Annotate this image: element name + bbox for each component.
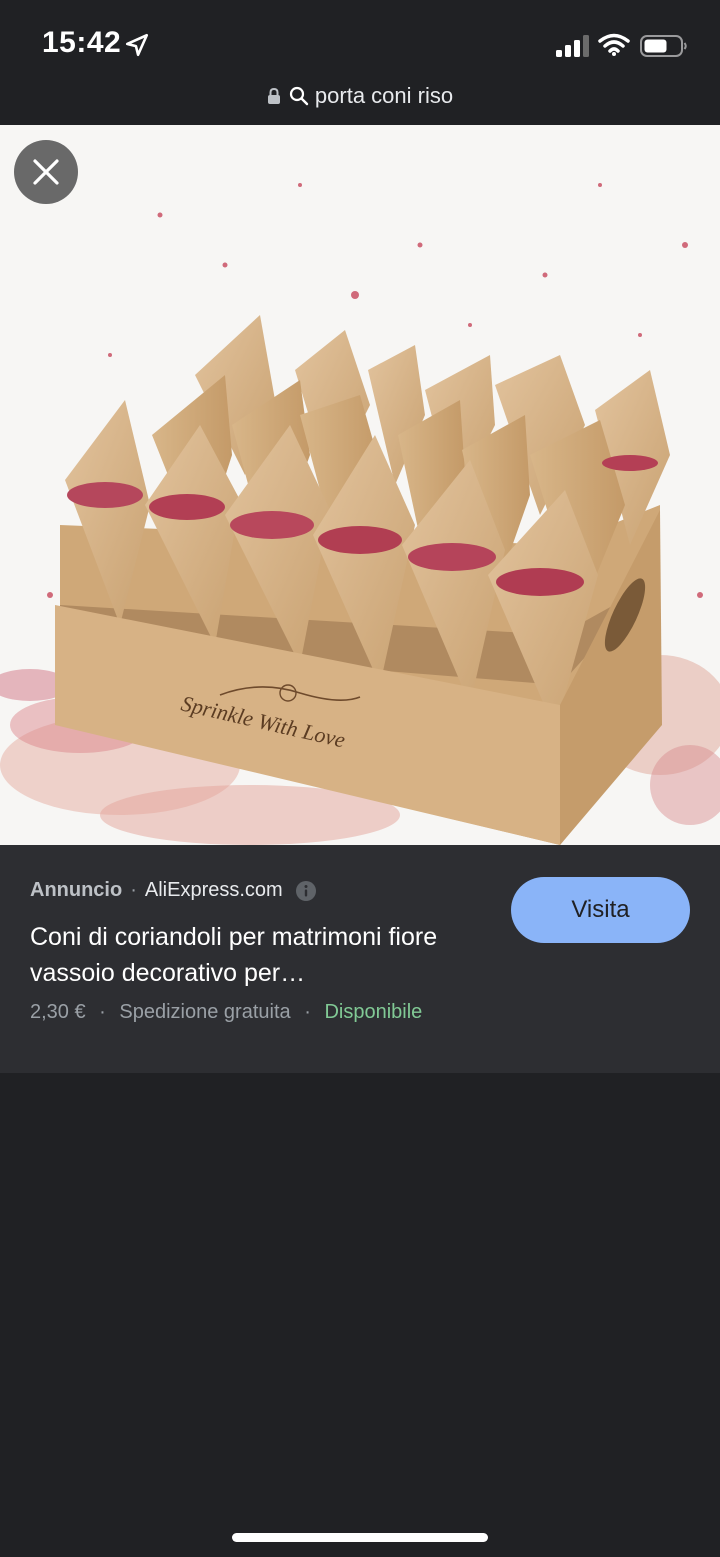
- url-bar-content[interactable]: porta coni riso: [0, 80, 720, 112]
- close-button[interactable]: [14, 140, 78, 204]
- separator: ·: [130, 879, 137, 901]
- location-arrow-icon: [125, 33, 149, 57]
- cellular-signal-icon: [556, 35, 589, 57]
- wifi-icon: [598, 33, 630, 56]
- product-image[interactable]: Sprinkle With Love: [0, 125, 720, 845]
- ad-label: Annuncio: [30, 879, 123, 901]
- ad-meta: Annuncio · AliExpress.com: [30, 879, 317, 902]
- status-time: 15:42: [42, 26, 122, 59]
- status-bar: 15:42: [0, 0, 720, 72]
- ad-availability: Disponibile: [324, 1001, 423, 1023]
- close-icon: [33, 159, 59, 185]
- empty-area: [0, 1073, 720, 1557]
- home-indicator[interactable]: [232, 1533, 488, 1542]
- ad-details: 2,30 € · Spedizione gratuita · Disponibi…: [30, 1001, 422, 1024]
- battery-icon: [640, 35, 687, 57]
- lock-icon: [267, 87, 280, 104]
- search-icon: [289, 86, 309, 106]
- visit-button[interactable]: Visita: [511, 877, 690, 943]
- separator: ·: [99, 1001, 106, 1023]
- ad-domain[interactable]: AliExpress.com: [145, 879, 283, 902]
- info-icon[interactable]: [295, 880, 317, 902]
- separator: ·: [304, 1001, 311, 1023]
- ad-shipping: Spedizione gratuita: [119, 1001, 291, 1023]
- product-illustration: Sprinkle With Love: [0, 125, 720, 845]
- url-bar[interactable]: porta coni riso: [0, 72, 720, 125]
- search-query-text: porta coni riso: [314, 83, 454, 108]
- ad-title[interactable]: Coni di coriandoli per matrimoni fiore v…: [30, 919, 490, 991]
- ad-price: 2,30 €: [30, 1001, 86, 1023]
